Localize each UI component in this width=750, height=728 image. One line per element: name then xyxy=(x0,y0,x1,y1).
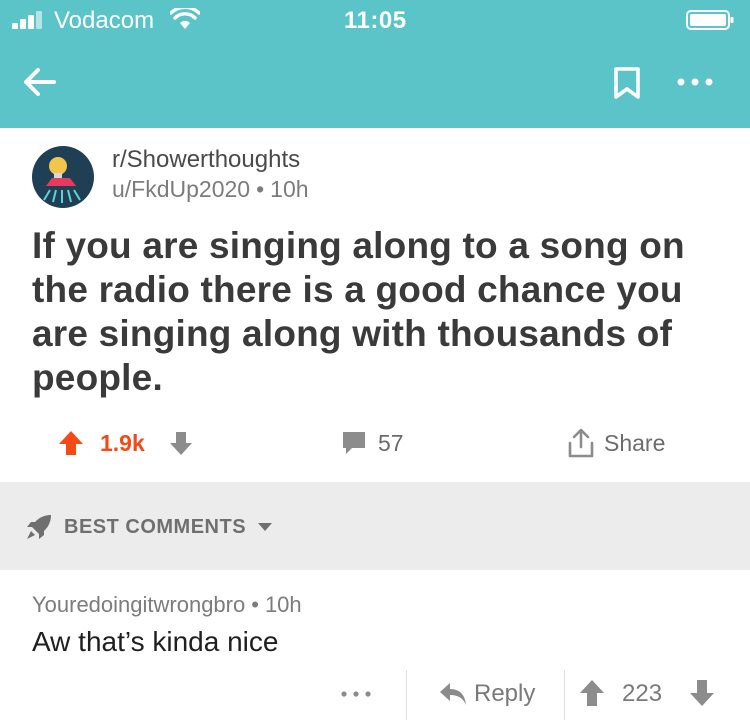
comment-author[interactable]: Youredoingitwrongbro xyxy=(32,592,245,617)
sort-label: BEST COMMENTS xyxy=(64,515,247,538)
upvote-arrow-icon xyxy=(59,431,83,455)
divider xyxy=(564,670,565,720)
downvote-arrow-icon xyxy=(170,432,192,455)
post-action-bar: 1.9k 57 Share xyxy=(0,420,750,466)
divider xyxy=(406,670,407,720)
share-icon xyxy=(568,428,594,458)
post-score: 1.9k xyxy=(100,429,145,456)
bookmark-icon[interactable] xyxy=(612,66,642,100)
signal-strength-icon xyxy=(12,11,50,29)
sort-dropdown[interactable]: BEST COMMENTS xyxy=(24,510,274,544)
status-time: 11:05 xyxy=(344,7,407,34)
more-options-icon[interactable] xyxy=(676,70,714,94)
reply-arrow-icon xyxy=(440,683,466,705)
carrier-name: Vodacom xyxy=(54,7,155,34)
post-title: If you are singing along to a song on th… xyxy=(32,225,685,398)
chevron-down-icon xyxy=(258,523,273,531)
comment-more-icon[interactable] xyxy=(338,684,374,704)
comment-bubble-icon xyxy=(343,432,365,454)
byline-separator: • xyxy=(256,176,265,202)
lightbulb-shower-icon xyxy=(43,157,81,203)
post-author[interactable]: u/FkdUp2020 xyxy=(112,176,250,202)
reply-label: Reply xyxy=(474,680,536,707)
comment-upvote-icon[interactable] xyxy=(578,678,606,708)
comment-age: 10h xyxy=(264,592,302,617)
downvote-button[interactable] xyxy=(168,420,194,466)
subreddit-name[interactable]: r/Showerthoughts xyxy=(112,146,300,174)
share-button[interactable]: Share xyxy=(566,420,665,466)
post-byline: u/FkdUp2020 • 10h xyxy=(112,176,309,203)
reply-button[interactable]: Reply xyxy=(438,676,535,712)
battery-icon xyxy=(686,10,734,30)
comment-byline-separator: • xyxy=(251,592,259,617)
comment-action-bar: Reply 223 xyxy=(0,666,750,724)
comment-count: 57 xyxy=(378,429,404,456)
top-app-bar: Vodacom 11:05 xyxy=(0,0,750,128)
back-arrow-icon[interactable] xyxy=(20,62,60,102)
subreddit-avatar[interactable] xyxy=(32,146,94,208)
wifi-icon xyxy=(170,8,200,29)
upvote-button[interactable] xyxy=(56,420,86,466)
share-label: Share xyxy=(604,429,666,456)
post-age: 10h xyxy=(270,176,309,202)
comment-score: 223 xyxy=(622,680,663,707)
status-bar: Vodacom 11:05 xyxy=(0,0,750,40)
comment-downvote-icon[interactable] xyxy=(688,678,716,708)
comment-body: Aw that’s kinda nice xyxy=(32,626,279,657)
comments-sort-bar: BEST COMMENTS xyxy=(0,482,750,570)
comments-button[interactable]: 57 xyxy=(340,420,404,466)
comment-byline: Youredoingitwrongbro • 10h xyxy=(32,592,302,618)
rocket-icon xyxy=(27,515,51,539)
